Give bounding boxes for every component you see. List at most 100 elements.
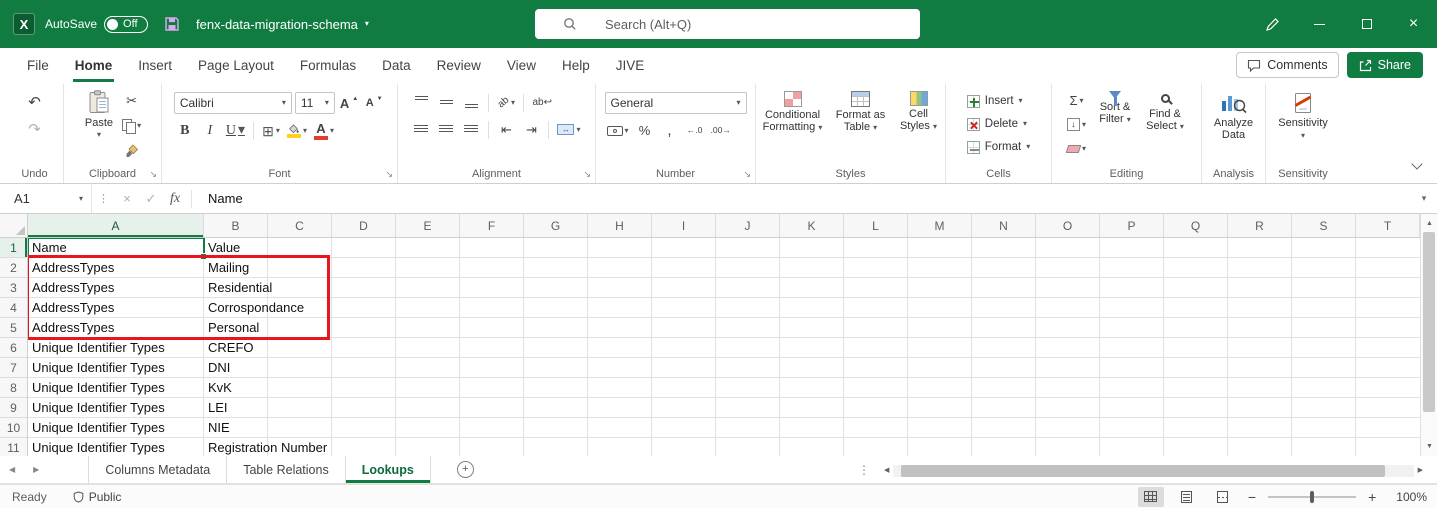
font-family-select[interactable]: Calibri ▾ bbox=[174, 92, 292, 114]
ribbon-tab-help[interactable]: Help bbox=[549, 48, 603, 82]
column-header-J[interactable]: J bbox=[716, 214, 780, 237]
autosum-button[interactable]: Σ▾ bbox=[1065, 90, 1087, 111]
vertical-scrollbar[interactable]: ▲ ▼ bbox=[1420, 214, 1437, 456]
comma-style-button[interactable]: , bbox=[659, 120, 681, 141]
cell-A11[interactable]: Unique Identifier Types bbox=[32, 438, 165, 456]
cell-B11[interactable]: Registration Number bbox=[208, 438, 327, 456]
horizontal-scroll-thumb[interactable] bbox=[901, 465, 1385, 477]
view-page-break-button[interactable] bbox=[1210, 487, 1236, 507]
row-header-2[interactable]: 2 bbox=[0, 258, 27, 278]
clear-button[interactable]: ▾ bbox=[1065, 138, 1088, 159]
borders-button[interactable]: ⊞▾ bbox=[260, 120, 282, 141]
font-size-select[interactable]: 11 ▾ bbox=[295, 92, 335, 114]
cell-styles-button[interactable]: Cell Styles ▾ bbox=[895, 88, 943, 132]
column-header-B[interactable]: B bbox=[204, 214, 268, 237]
ribbon-tab-jive[interactable]: JIVE bbox=[603, 48, 658, 82]
delete-cells-button[interactable]: Delete▾ bbox=[965, 113, 1032, 135]
column-header-O[interactable]: O bbox=[1036, 214, 1100, 237]
confirm-entry-button[interactable]: ✓ bbox=[139, 184, 163, 213]
row-header-3[interactable]: 3 bbox=[0, 278, 27, 298]
autosave-toggle[interactable]: Off bbox=[104, 16, 148, 33]
clipboard-dialog-launcher-icon[interactable]: ↘ bbox=[149, 170, 157, 179]
bold-button[interactable]: B bbox=[174, 120, 196, 141]
font-dialog-launcher-icon[interactable]: ↘ bbox=[385, 170, 393, 179]
fill-color-button[interactable]: ▾ bbox=[285, 120, 309, 141]
column-header-E[interactable]: E bbox=[396, 214, 460, 237]
merge-center-button[interactable]: ↔▾ bbox=[555, 119, 582, 140]
column-header-T[interactable]: T bbox=[1356, 214, 1420, 237]
row-header-4[interactable]: 4 bbox=[0, 298, 27, 318]
close-button[interactable]: × bbox=[1390, 0, 1437, 48]
ribbon-tab-page-layout[interactable]: Page Layout bbox=[185, 48, 287, 82]
ribbon-tab-data[interactable]: Data bbox=[369, 48, 424, 82]
scroll-down-icon[interactable]: ▼ bbox=[1426, 443, 1433, 450]
cut-button[interactable]: ✂ bbox=[121, 90, 143, 111]
search-box[interactable] bbox=[535, 9, 920, 39]
horizontal-scrollbar[interactable]: ◀ ▶ bbox=[884, 464, 1423, 477]
cell-A7[interactable]: Unique Identifier Types bbox=[32, 358, 165, 378]
sheet-tab-columns-metadata[interactable]: Columns Metadata bbox=[88, 456, 227, 483]
increase-decimal-button[interactable]: ←.0 bbox=[684, 120, 706, 141]
column-header-M[interactable]: M bbox=[908, 214, 972, 237]
search-input[interactable] bbox=[603, 16, 903, 33]
paste-button[interactable]: Paste ▾ bbox=[82, 86, 116, 139]
fill-button[interactable]: ↓▾ bbox=[1065, 114, 1088, 135]
align-middle-button[interactable] bbox=[435, 92, 457, 113]
save-button[interactable] bbox=[164, 16, 180, 32]
cell-A6[interactable]: Unique Identifier Types bbox=[32, 338, 165, 358]
autosave-control[interactable]: AutoSave Off bbox=[45, 16, 148, 33]
increase-font-size-button[interactable]: A▲ bbox=[338, 93, 360, 114]
column-header-N[interactable]: N bbox=[972, 214, 1036, 237]
row-header-6[interactable]: 6 bbox=[0, 338, 27, 358]
row-header-7[interactable]: 7 bbox=[0, 358, 27, 378]
align-right-button[interactable] bbox=[460, 119, 482, 140]
horizontal-scroll-track[interactable] bbox=[893, 465, 1413, 477]
cell-A10[interactable]: Unique Identifier Types bbox=[32, 418, 165, 438]
insert-cells-button[interactable]: Insert▾ bbox=[965, 90, 1032, 112]
collapse-ribbon-button[interactable] bbox=[1413, 155, 1421, 173]
column-header-K[interactable]: K bbox=[780, 214, 844, 237]
view-normal-button[interactable] bbox=[1138, 487, 1164, 507]
analyze-data-button[interactable]: Analyze Data bbox=[1207, 88, 1261, 165]
name-box-input[interactable] bbox=[12, 190, 62, 207]
font-color-button[interactable]: A ▾ bbox=[312, 120, 336, 141]
row-header-5[interactable]: 5 bbox=[0, 318, 27, 338]
column-header-S[interactable]: S bbox=[1292, 214, 1356, 237]
cell-B8[interactable]: KvK bbox=[208, 378, 232, 398]
sort-filter-button[interactable]: Sort & Filter ▾ bbox=[1092, 88, 1138, 125]
column-header-A[interactable]: A bbox=[28, 214, 204, 237]
number-format-select[interactable]: General ▾ bbox=[605, 92, 747, 114]
comments-button[interactable]: Comments bbox=[1236, 52, 1338, 78]
accounting-format-button[interactable]: ▾ bbox=[605, 120, 631, 141]
maximize-button[interactable] bbox=[1343, 0, 1390, 48]
document-title[interactable]: fenx-data-migration-schema ▾ bbox=[196, 17, 369, 32]
conditional-formatting-button[interactable]: Conditional Formatting ▾ bbox=[759, 88, 827, 133]
ribbon-tab-review[interactable]: Review bbox=[424, 48, 494, 82]
cell-B10[interactable]: NIE bbox=[208, 418, 230, 438]
align-center-button[interactable] bbox=[435, 119, 457, 140]
zoom-level[interactable]: 100% bbox=[1396, 490, 1427, 504]
scroll-right-icon[interactable]: ▶ bbox=[1418, 467, 1423, 474]
formula-input[interactable]: Name bbox=[196, 191, 1411, 206]
align-bottom-button[interactable] bbox=[460, 92, 482, 113]
format-painter-button[interactable] bbox=[121, 140, 143, 161]
cells-layer[interactable]: NameValueAddressTypesMailingAddressTypes… bbox=[28, 238, 1420, 456]
percent-style-button[interactable]: % bbox=[634, 120, 656, 141]
copy-button[interactable]: ▾ bbox=[120, 115, 143, 136]
ribbon-tab-insert[interactable]: Insert bbox=[125, 48, 185, 82]
decrease-indent-button[interactable]: ⇤ bbox=[495, 119, 517, 140]
sheet-nav-right-icon[interactable]: ▶ bbox=[24, 465, 48, 474]
ribbon-tab-view[interactable]: View bbox=[494, 48, 549, 82]
column-header-P[interactable]: P bbox=[1100, 214, 1164, 237]
italic-button[interactable]: I bbox=[199, 120, 221, 141]
minimize-button[interactable] bbox=[1296, 0, 1343, 48]
expand-formula-bar-button[interactable]: ▾ bbox=[1411, 193, 1437, 204]
column-header-C[interactable]: C bbox=[268, 214, 332, 237]
scroll-up-icon[interactable]: ▲ bbox=[1426, 220, 1433, 227]
undo-button[interactable]: ↶ bbox=[24, 92, 46, 113]
column-header-D[interactable]: D bbox=[332, 214, 396, 237]
format-cells-button[interactable]: Format▾ bbox=[965, 136, 1032, 158]
scroll-left-icon[interactable]: ◀ bbox=[884, 467, 889, 474]
name-box[interactable]: ▾ bbox=[0, 184, 92, 213]
ribbon-tab-file[interactable]: File bbox=[14, 48, 62, 82]
